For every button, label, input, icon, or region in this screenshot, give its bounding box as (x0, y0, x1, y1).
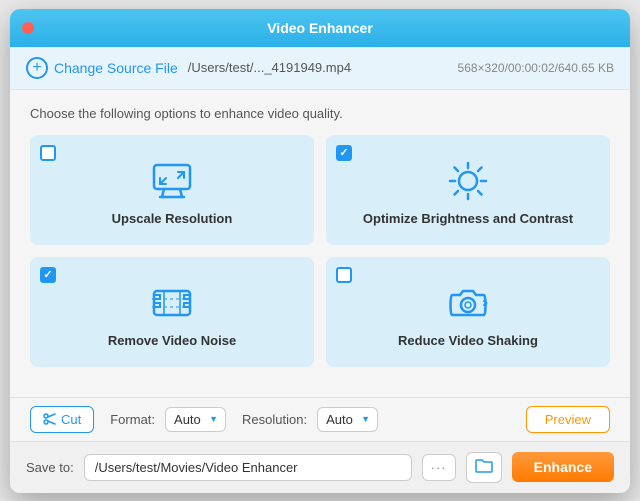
save-path-input[interactable] (84, 454, 412, 481)
cut-label: Cut (61, 412, 81, 427)
option-brightness: Optimize Brightness and Contrast (326, 135, 610, 245)
main-window: Video Enhancer + Change Source File /Use… (10, 9, 630, 493)
option-upscale: Upscale Resolution (30, 135, 314, 245)
close-button[interactable] (22, 22, 34, 34)
preview-label: Preview (545, 412, 591, 427)
preview-button[interactable]: Preview (526, 406, 610, 433)
option-noise: Remove Video Noise (30, 257, 314, 367)
footer: Save to: ··· Enhance (10, 441, 630, 493)
cut-button[interactable]: Cut (30, 406, 94, 433)
scissors-icon (43, 412, 57, 426)
window-title: Video Enhancer (267, 20, 373, 36)
enhance-button[interactable]: Enhance (512, 452, 614, 482)
format-select-wrapper[interactable]: Auto (165, 407, 226, 432)
save-to-label: Save to: (26, 460, 74, 475)
format-select[interactable]: Auto (165, 407, 226, 432)
monitor-icon (150, 159, 194, 203)
resolution-select-wrapper[interactable]: Auto (317, 407, 378, 432)
source-file-path: /Users/test/..._4191949.mp4 (188, 60, 448, 75)
more-options-button[interactable]: ··· (422, 454, 456, 481)
brightness-icon (446, 159, 490, 203)
shaking-label: Reduce Video Shaking (398, 333, 538, 348)
source-file-info: 568×320/00:00:02/640.65 KB (458, 61, 614, 75)
upscale-checkbox[interactable] (40, 145, 56, 161)
titlebar: Video Enhancer (10, 9, 630, 47)
options-grid: Upscale Resolution (30, 135, 610, 367)
browse-folder-button[interactable] (466, 452, 502, 483)
change-source-button[interactable]: + Change Source File (26, 57, 178, 79)
plus-circle-icon: + (26, 57, 48, 79)
noise-label: Remove Video Noise (108, 333, 236, 348)
main-content: Choose the following options to enhance … (10, 90, 630, 397)
toolbar: Cut Format: Auto Resolution: Auto Previe… (10, 397, 630, 441)
traffic-lights (22, 22, 34, 34)
brightness-label: Optimize Brightness and Contrast (363, 211, 573, 226)
noise-checkbox[interactable] (40, 267, 56, 283)
option-shaking: Reduce Video Shaking (326, 257, 610, 367)
change-source-label: Change Source File (54, 60, 178, 76)
format-label: Format: (110, 412, 155, 427)
camera-icon (446, 281, 490, 325)
film-icon (150, 281, 194, 325)
enhance-label: Enhance (534, 459, 592, 475)
resolution-label: Resolution: (242, 412, 307, 427)
brightness-checkbox[interactable] (336, 145, 352, 161)
instruction-text: Choose the following options to enhance … (30, 106, 610, 121)
source-bar: + Change Source File /Users/test/..._419… (10, 47, 630, 90)
upscale-label: Upscale Resolution (112, 211, 233, 226)
resolution-select[interactable]: Auto (317, 407, 378, 432)
shaking-checkbox[interactable] (336, 267, 352, 283)
folder-icon (475, 458, 493, 474)
